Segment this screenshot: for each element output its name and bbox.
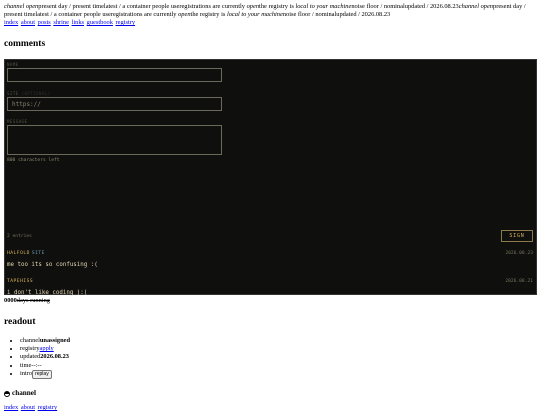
ticker-segment: open	[246, 3, 260, 10]
nav-link-index[interactable]: index	[4, 19, 18, 26]
channel-link-index[interactable]: index	[4, 404, 18, 411]
site-input[interactable]: https://	[7, 96, 222, 111]
nav-link-posts[interactable]: posts	[38, 19, 51, 26]
ticker-segment: noise floor / nominal	[351, 3, 405, 10]
entry-text: me too its so confusing :(	[7, 261, 98, 268]
entries-count: 2 entries	[7, 233, 32, 239]
ticker-segment: latest / a container people use	[103, 3, 180, 10]
characters-left: 800 characters left	[7, 157, 60, 163]
ticker-segment: updated / 2026.08.23	[404, 3, 459, 10]
ticker-segment: channel open	[4, 3, 39, 10]
message-label: MESSAGE	[7, 118, 28, 124]
readout-channel: channelunassigned	[20, 337, 536, 345]
ticker-segment: updated / 2026.08.23	[336, 11, 391, 18]
comments-heading: comments	[4, 39, 46, 49]
ticker-segment: present day / present time	[38, 3, 104, 10]
entry-name: TAPEHISS	[7, 278, 34, 284]
ticker-segment: channel open	[458, 3, 493, 10]
apply-link[interactable]: apply	[40, 345, 54, 352]
readout-registry: registryapply	[20, 345, 536, 353]
name-label: NAME	[7, 61, 19, 67]
ticker-segment: local to your machine	[295, 3, 352, 10]
ticker-segment: registrations are currently	[179, 3, 247, 10]
channel-link-registry[interactable]: registry	[38, 404, 58, 411]
entry-site-link[interactable]: SITE	[32, 251, 45, 256]
nav-link-registry[interactable]: registry	[116, 19, 136, 26]
readout-intro: introreplay	[20, 370, 536, 380]
half-moon-icon	[4, 390, 10, 397]
entry-date: 2026.08.23	[505, 250, 533, 256]
channel-link-about[interactable]: about	[21, 404, 35, 411]
nav-link-about[interactable]: about	[21, 19, 35, 26]
ticker-segment: noise floor / nominal	[282, 11, 337, 18]
nav-link-links[interactable]: links	[72, 19, 84, 26]
ticker-segment: the registry is	[259, 3, 296, 10]
ticker-segment: registrations are currently	[110, 11, 179, 18]
guestbook-entry: HALFOLD SITE 2026.08.23 me too its so con…	[7, 251, 533, 269]
nav-link-shrine[interactable]: shrine	[53, 19, 69, 26]
days-running: 0000days running	[4, 296, 50, 304]
entry-name: HALFOLD	[7, 250, 30, 256]
guestbook-entry: TAPEHISS 2026.08.21 i don't like coding …	[7, 279, 533, 297]
readout-time: time--:--	[20, 362, 536, 370]
replay-button[interactable]: replay	[32, 370, 52, 380]
message-input[interactable]	[7, 124, 222, 155]
readout-list: channelunassigned registryapply updated2…	[4, 337, 536, 380]
ticker-segment: local to your machine	[226, 11, 283, 18]
nav-link-guestbook[interactable]: guestbook	[87, 19, 113, 26]
entry-date: 2026.08.21	[505, 278, 533, 284]
site-placeholder: https://	[12, 100, 41, 108]
channel-nav: index about registry	[4, 404, 536, 412]
ticker-segment: the registry is	[190, 11, 227, 18]
site-label: SITE (OPTIONAL)	[7, 90, 51, 96]
top-nav: index about posts shrine links guestbook…	[4, 19, 536, 27]
status-ticker: channel openpresent day / present timela…	[4, 3, 536, 19]
ticker-segment: latest / a container people use	[35, 11, 111, 18]
ticker-segment: open	[178, 11, 191, 18]
sign-button[interactable]: SIGN	[501, 229, 533, 242]
name-input[interactable]	[7, 67, 222, 82]
channel-heading: channel	[4, 389, 536, 398]
entry-text: i don't like coding ):(	[7, 289, 88, 296]
readout-heading: readout	[4, 316, 36, 327]
readout-updated: updated2026.08.23	[20, 353, 536, 361]
guestbook-panel: NAME SITE (OPTIONAL) https:// MESSAGE 80…	[4, 58, 537, 297]
